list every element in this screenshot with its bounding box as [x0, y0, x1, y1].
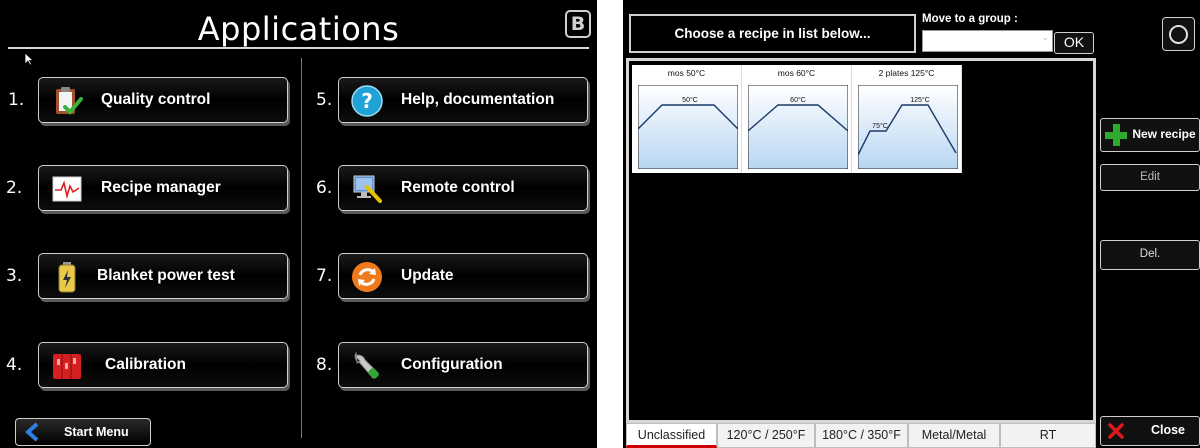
app-number-3: 3. [6, 266, 23, 286]
remote-computer-icon [353, 175, 382, 203]
power-button[interactable] [1162, 17, 1195, 51]
recipe-list-header: Choose a recipe in list below... [629, 14, 916, 53]
mouse-cursor-icon [24, 52, 34, 66]
temp-label: 75°C [872, 122, 888, 130]
temp-label: 50°C [682, 96, 698, 104]
temperature-profile-graph: 75°C 125°C [858, 85, 958, 169]
wrench-icon [354, 351, 379, 379]
recipe-list: mos 50°C 50°C mos 60°C 60°C 2 plates 125… [626, 58, 1096, 423]
temperature-profile-graph: 50°C [638, 85, 738, 169]
move-to-group-label: Move to a group : [922, 13, 1018, 25]
tab-metal-metal[interactable]: Metal/Metal [908, 423, 1000, 448]
edit-button[interactable]: Edit [1100, 164, 1200, 191]
recipe-card[interactable]: 2 plates 125°C 75°C 125°C [852, 65, 962, 173]
help-documentation-label: Help, documentation [401, 91, 555, 108]
update-label: Update [401, 267, 454, 284]
app-number-4: 4. [6, 355, 23, 375]
calibration-icon [53, 354, 81, 379]
back-arrow-icon [24, 422, 39, 442]
page-title: Applications [197, 10, 400, 48]
applications-panel: Applications B 1. 2. 3. 4. 5. 6. 7. 8. Q… [0, 0, 597, 448]
close-button[interactable]: Close [1100, 416, 1200, 446]
configuration-label: Configuration [401, 356, 503, 373]
recipe-name: 2 plates 125°C [878, 68, 935, 78]
b-badge-button[interactable]: B [565, 10, 591, 38]
group-select[interactable]: ⌄ [922, 30, 1053, 52]
start-menu-label: Start Menu [64, 425, 129, 439]
app-number-5: 5. [316, 90, 333, 110]
tab-rt[interactable]: RT [1000, 423, 1096, 448]
ok-button[interactable]: OK [1054, 32, 1094, 54]
power-ring-icon [1169, 25, 1188, 44]
quality-control-label: Quality control [101, 91, 211, 108]
delete-label: Del. [1139, 248, 1161, 260]
app-number-8: 8. [316, 355, 333, 375]
tab-unclassified[interactable]: Unclassified [626, 423, 717, 448]
app-number-7: 7. [316, 266, 333, 286]
blanket-power-test-button[interactable]: Blanket power test [38, 253, 288, 299]
app-number-1: 1. [8, 90, 25, 110]
help-icon: ? [351, 85, 383, 117]
configuration-button[interactable]: Configuration [338, 342, 588, 388]
recipe-manager-label: Recipe manager [101, 179, 221, 196]
update-button[interactable]: Update [338, 253, 588, 299]
help-documentation-button[interactable]: ? Help, documentation [338, 77, 588, 123]
calibration-button[interactable]: Calibration [38, 342, 288, 388]
temperature-profile-graph: 60°C [748, 85, 848, 169]
clipboard-check-icon [56, 87, 83, 115]
recipe-card[interactable]: mos 50°C 50°C [632, 65, 742, 173]
new-recipe-button[interactable]: New recipe [1100, 118, 1200, 152]
temp-label: 125°C [910, 96, 930, 104]
recipe-manager-button[interactable]: Recipe manager [38, 165, 288, 211]
chevron-down-icon: ⌄ [1041, 33, 1049, 43]
edit-label: Edit [1140, 171, 1160, 183]
recipe-panel: Choose a recipe in list below... Move to… [623, 0, 1200, 448]
title-divider [8, 47, 589, 49]
quality-control-button[interactable]: Quality control [38, 77, 288, 123]
remote-control-label: Remote control [401, 179, 515, 196]
close-label: Close [1150, 423, 1186, 437]
tab-120c[interactable]: 120°C / 250°F [717, 423, 815, 448]
remote-control-button[interactable]: Remote control [338, 165, 588, 211]
recipe-card[interactable]: mos 60°C 60°C [742, 65, 852, 173]
start-menu-button[interactable]: Start Menu [15, 418, 151, 446]
recipe-name: mos 50°C [667, 68, 706, 78]
svg-text:?: ? [361, 89, 373, 113]
update-icon [352, 262, 382, 292]
new-recipe-label: New recipe [1132, 127, 1196, 141]
app-number-2: 2. [6, 178, 23, 198]
calibration-label: Calibration [105, 356, 186, 373]
app-number-6: 6. [316, 178, 333, 198]
blanket-power-test-label: Blanket power test [97, 267, 235, 284]
delete-button[interactable]: Del. [1100, 240, 1200, 270]
battery-icon [58, 262, 76, 293]
column-divider [301, 58, 302, 438]
temp-label: 60°C [790, 96, 806, 104]
tab-180c[interactable]: 180°C / 350°F [815, 423, 908, 448]
graph-icon [52, 176, 82, 202]
recipe-name: mos 60°C [777, 68, 816, 78]
